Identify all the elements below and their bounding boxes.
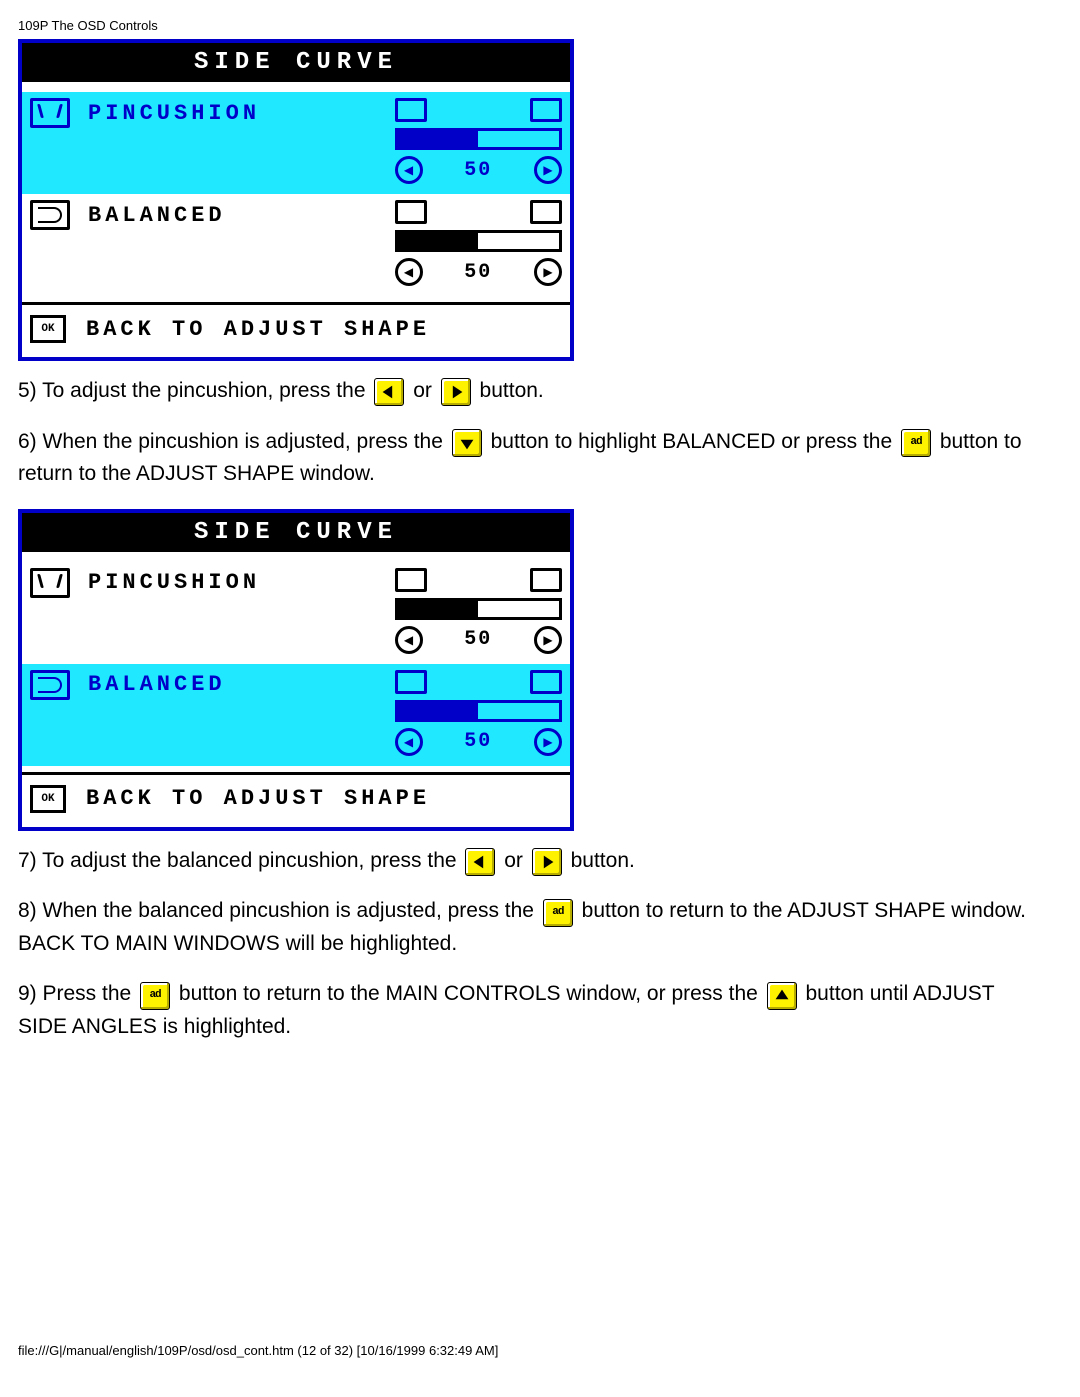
decrease-arrow-icon[interactable]: ◀ — [395, 258, 423, 286]
ad-button-icon[interactable]: ad — [901, 429, 931, 457]
left-button-icon[interactable] — [465, 848, 495, 876]
value-readout: 50 — [464, 159, 492, 182]
osd-row-balanced[interactable]: BALANCED ◀ 50 ▶ — [22, 194, 570, 296]
osd-row-label: BALANCED — [88, 203, 226, 228]
value-bar — [395, 230, 562, 252]
up-button-icon[interactable] — [767, 982, 797, 1010]
value-readout: 50 — [464, 628, 492, 651]
shape-right-icon — [530, 200, 562, 224]
right-button-icon[interactable] — [532, 848, 562, 876]
value-readout: 50 — [464, 730, 492, 753]
shape-left-icon — [395, 98, 427, 122]
page-header: 109P The OSD Controls — [18, 18, 1062, 33]
text: 5) To adjust the pincushion, press the — [18, 379, 371, 402]
text: 7) To adjust the balanced pincushion, pr… — [18, 849, 462, 872]
instruction-7: 7) To adjust the balanced pincushion, pr… — [18, 845, 1048, 878]
text: 6) When the pincushion is adjusted, pres… — [18, 430, 449, 453]
text: button. — [480, 379, 544, 402]
shape-right-icon — [530, 670, 562, 694]
osd-footer[interactable]: OK BACK TO ADJUST SHAPE — [22, 305, 570, 357]
osd-title: SIDE CURVE — [22, 513, 570, 552]
value-bar — [395, 128, 562, 150]
instruction-5: 5) To adjust the pincushion, press the o… — [18, 375, 1048, 408]
text: 8) When the balanced pincushion is adjus… — [18, 899, 540, 922]
instruction-8: 8) When the balanced pincushion is adjus… — [18, 895, 1048, 960]
osd-row-label: BALANCED — [88, 672, 226, 697]
ok-icon: OK — [30, 315, 66, 343]
value-readout: 50 — [464, 261, 492, 284]
value-bar — [395, 598, 562, 620]
osd-footer[interactable]: OK BACK TO ADJUST SHAPE — [22, 775, 570, 827]
osd-panel-2: SIDE CURVE PINCUSHION ◀ 50 ▶ — [18, 509, 574, 831]
increase-arrow-icon[interactable]: ▶ — [534, 728, 562, 756]
text: or — [413, 379, 438, 402]
balanced-icon — [30, 200, 70, 230]
text: button. — [571, 849, 635, 872]
shape-right-icon — [530, 568, 562, 592]
ad-button-icon[interactable]: ad — [543, 899, 573, 927]
text: 9) Press the — [18, 982, 137, 1005]
osd-footer-label: BACK TO ADJUST SHAPE — [86, 317, 430, 342]
page-footer-path: file:///G|/manual/english/109P/osd/osd_c… — [18, 1343, 1062, 1358]
osd-footer-label: BACK TO ADJUST SHAPE — [86, 786, 430, 811]
osd-row-pincushion[interactable]: PINCUSHION ◀ 50 ▶ — [22, 562, 570, 664]
balanced-icon — [30, 670, 70, 700]
osd-row-label: PINCUSHION — [88, 101, 260, 126]
osd-row-label: PINCUSHION — [88, 570, 260, 595]
instruction-9: 9) Press the ad button to return to the … — [18, 978, 1048, 1043]
decrease-arrow-icon[interactable]: ◀ — [395, 728, 423, 756]
osd-row-balanced[interactable]: BALANCED ◀ 50 ▶ — [22, 664, 570, 766]
shape-left-icon — [395, 568, 427, 592]
osd-title: SIDE CURVE — [22, 43, 570, 82]
text: button to highlight BALANCED or press th… — [491, 430, 898, 453]
decrease-arrow-icon[interactable]: ◀ — [395, 626, 423, 654]
down-button-icon[interactable] — [452, 429, 482, 457]
osd-panel-1: SIDE CURVE PINCUSHION ◀ 50 ▶ — [18, 39, 574, 361]
text: button to return to the MAIN CONTROLS wi… — [179, 982, 764, 1005]
increase-arrow-icon[interactable]: ▶ — [534, 258, 562, 286]
shape-left-icon — [395, 670, 427, 694]
value-bar — [395, 700, 562, 722]
shape-right-icon — [530, 98, 562, 122]
ad-button-icon[interactable]: ad — [140, 982, 170, 1010]
instruction-6: 6) When the pincushion is adjusted, pres… — [18, 426, 1048, 491]
shape-left-icon — [395, 200, 427, 224]
increase-arrow-icon[interactable]: ▶ — [534, 156, 562, 184]
pincushion-icon — [30, 568, 70, 598]
decrease-arrow-icon[interactable]: ◀ — [395, 156, 423, 184]
ok-icon: OK — [30, 785, 66, 813]
pincushion-icon — [30, 98, 70, 128]
osd-row-pincushion[interactable]: PINCUSHION ◀ 50 ▶ — [22, 92, 570, 194]
text: or — [504, 849, 529, 872]
increase-arrow-icon[interactable]: ▶ — [534, 626, 562, 654]
right-button-icon[interactable] — [441, 378, 471, 406]
left-button-icon[interactable] — [374, 378, 404, 406]
